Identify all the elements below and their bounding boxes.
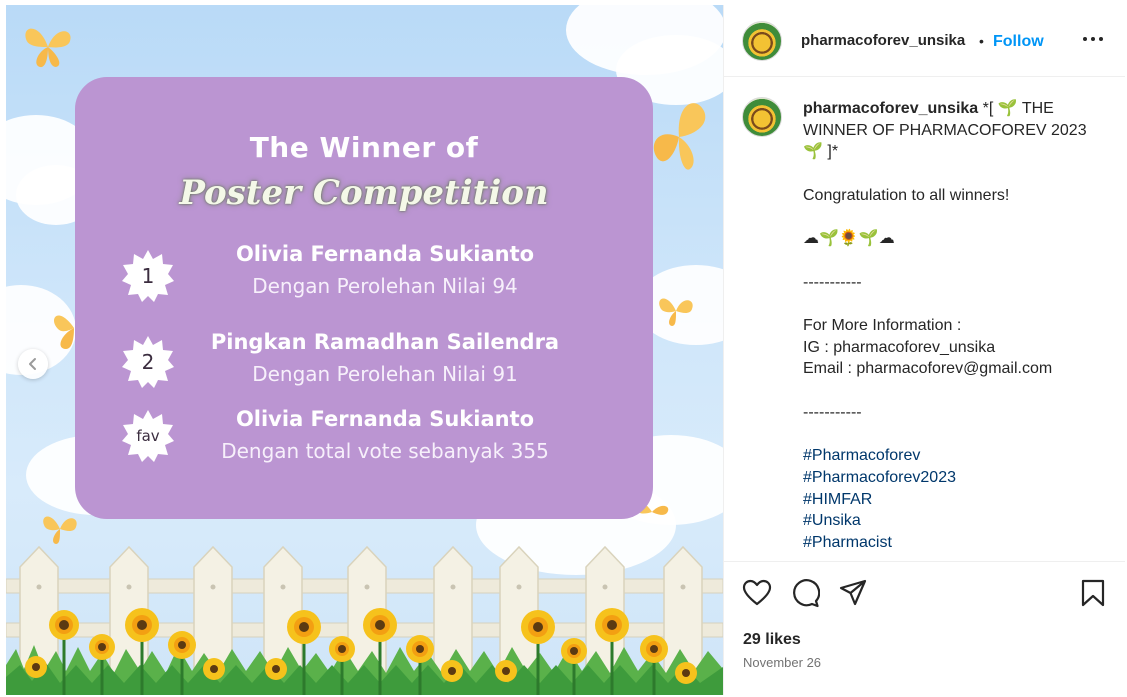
caption-emoji-line: ☁🌱🌻🌱☁ bbox=[803, 230, 895, 248]
hashtag-link[interactable]: #Pharmacist bbox=[803, 532, 1103, 554]
comment-icon[interactable] bbox=[790, 578, 820, 608]
card-subtitle: Poster Competition bbox=[179, 173, 549, 213]
header-username[interactable]: pharmacoforev_unsika bbox=[801, 32, 965, 49]
rank-badge-label: 2 bbox=[141, 350, 155, 374]
rank-badge-label: 1 bbox=[141, 264, 155, 288]
winner-card: The Winner of Poster Competition 1 Olivi… bbox=[75, 77, 653, 519]
hashtag-link[interactable]: #HIMFAR bbox=[803, 489, 1103, 511]
post-actions: 29 likes November 26 bbox=[724, 561, 1125, 695]
more-icon bbox=[1083, 37, 1103, 41]
hashtag-link[interactable]: #Unsika bbox=[803, 510, 1103, 532]
butterfly-icon bbox=[43, 516, 77, 544]
chevron-left-icon bbox=[29, 358, 36, 370]
like-count[interactable]: 29 likes bbox=[743, 631, 801, 649]
hashtag-link[interactable]: #Pharmacoforev2023 bbox=[803, 467, 1103, 489]
post-image: The Winner of Poster Competition 1 Olivi… bbox=[6, 5, 723, 695]
caption-info-email: Email : pharmacoforev@gmail.com bbox=[803, 360, 1053, 378]
rank-badge-label: fav bbox=[136, 427, 160, 445]
hashtag-link[interactable]: #Pharmacoforev bbox=[803, 445, 1103, 467]
avatar[interactable] bbox=[742, 21, 782, 61]
caption-username[interactable]: pharmacoforev_unsika bbox=[803, 100, 978, 117]
caption-info-ig: IG : pharmacoforev_unsika bbox=[803, 338, 996, 356]
bookmark-icon[interactable] bbox=[1078, 578, 1108, 608]
winner-name: Olivia Fernanda Sukianto bbox=[235, 407, 535, 431]
winner-name: Pingkan Ramadhan Sailendra bbox=[210, 330, 560, 354]
heart-icon[interactable] bbox=[742, 578, 772, 608]
caption-scroll-area[interactable]: pharmacoforev_unsika *[ 🌱 THE WINNER OF … bbox=[724, 78, 1125, 561]
post-header: pharmacoforev_unsika • Follow bbox=[724, 5, 1125, 77]
butterfly-icon bbox=[659, 298, 693, 326]
post-side-panel: pharmacoforev_unsika • Follow pharmacofo… bbox=[723, 5, 1125, 695]
separator-dot: • bbox=[979, 33, 984, 49]
caption-divider: ----------- bbox=[803, 403, 862, 421]
caption: pharmacoforev_unsika *[ 🌱 THE WINNER OF … bbox=[803, 98, 1103, 554]
caption-headline-line: pharmacoforev_unsika *[ 🌱 THE WINNER OF … bbox=[803, 98, 1103, 163]
card-title: The Winner of bbox=[249, 131, 479, 164]
caption-divider: ----------- bbox=[803, 273, 862, 291]
winner-detail: Dengan total vote sebanyak 355 bbox=[221, 439, 549, 463]
winner-name: Olivia Fernanda Sukianto bbox=[235, 242, 535, 266]
share-icon[interactable] bbox=[838, 578, 868, 608]
caption-congrats: Congratulation to all winners! bbox=[803, 186, 1010, 204]
caption-info-heading: For More Information : bbox=[803, 316, 962, 334]
post-date[interactable]: November 26 bbox=[743, 655, 821, 670]
avatar[interactable] bbox=[742, 97, 782, 137]
butterfly-icon bbox=[25, 28, 71, 68]
winner-detail: Dengan Perolehan Nilai 94 bbox=[252, 274, 518, 298]
winner-detail: Dengan Perolehan Nilai 91 bbox=[252, 362, 518, 386]
butterfly-icon bbox=[653, 103, 706, 170]
follow-button[interactable]: Follow bbox=[993, 33, 1044, 51]
more-options-button[interactable] bbox=[1079, 27, 1107, 51]
fence-and-flowers bbox=[6, 545, 723, 695]
carousel-prev-button[interactable] bbox=[18, 349, 48, 379]
